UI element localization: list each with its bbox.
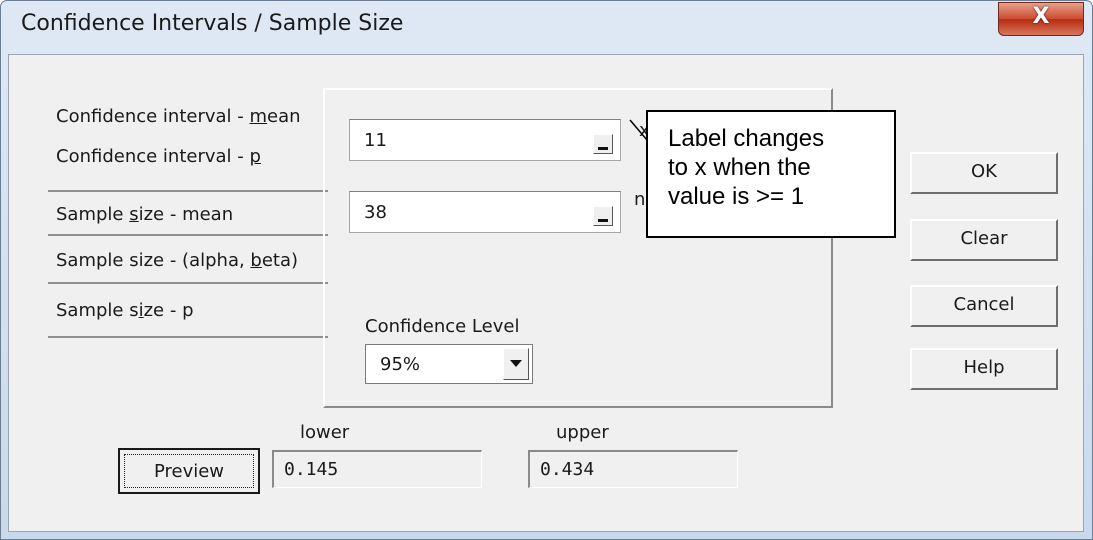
tab-mnemonic: m — [249, 106, 268, 127]
tab-label-pre: Sample s — [56, 300, 139, 321]
x-input[interactable]: 11 — [349, 119, 621, 161]
ok-button[interactable]: OK — [910, 152, 1058, 194]
tab-mnemonic: s — [129, 204, 139, 225]
tab-label-post: eta) — [261, 250, 299, 271]
tab-sample-size-p[interactable]: Sample size - p — [48, 290, 328, 338]
callout-line: Label changes — [668, 125, 825, 152]
tab-mnemonic: p — [249, 146, 261, 167]
lower-result-value: 0.145 — [284, 459, 339, 480]
tab-label-pre: Sample — [56, 204, 130, 225]
lower-result-field: 0.145 — [272, 450, 482, 488]
help-button[interactable]: Help — [910, 348, 1058, 390]
clear-button[interactable]: Clear — [910, 219, 1058, 261]
preview-button[interactable]: Preview — [118, 448, 260, 494]
upper-label: upper — [556, 422, 609, 443]
upper-result-field: 0.434 — [528, 450, 738, 488]
n-input[interactable]: 38 — [349, 191, 621, 233]
minimize-icon[interactable] — [593, 134, 613, 154]
window-title: Confidence Intervals / Sample Size — [21, 11, 404, 36]
tab-label-pre: Confidence interval - — [56, 106, 250, 127]
close-icon: X — [1032, 4, 1050, 29]
tab-label-pre: Confidence interval - — [56, 146, 250, 167]
confidence-level-select[interactable]: 95% — [365, 344, 533, 384]
tab-confidence-interval-p[interactable]: Confidence interval - p — [48, 140, 328, 192]
title-bar[interactable]: Confidence Intervals / Sample Size X — [1, 1, 1092, 55]
tab-label-post: ze - p — [143, 300, 194, 321]
callout-line: to x when the — [668, 154, 811, 181]
upper-result-value: 0.434 — [540, 459, 595, 480]
n-input-value: 38 — [364, 202, 387, 223]
minimize-icon[interactable] — [593, 206, 613, 226]
lower-label: lower — [300, 422, 350, 443]
x-input-value: 11 — [364, 130, 387, 151]
tab-confidence-interval-mean[interactable]: Confidence interval - mean — [48, 100, 328, 136]
callout-line: value is >= 1 — [668, 183, 805, 210]
confidence-level-value: 95% — [380, 354, 421, 375]
chevron-down-icon[interactable] — [503, 348, 529, 380]
close-button[interactable]: X — [998, 2, 1084, 36]
n-label: n — [634, 189, 646, 210]
tab-label-post: ean — [267, 106, 301, 127]
cancel-button[interactable]: Cancel — [910, 285, 1058, 327]
tab-label-post: ize - mean — [138, 204, 234, 225]
callout-annotation: Label changes to x when the value is >= … — [646, 110, 896, 238]
tab-sample-size-alpha-beta[interactable]: Sample size - (alpha, beta) — [48, 240, 328, 284]
preview-button-label: Preview — [124, 454, 254, 488]
tab-sample-size-mean[interactable]: Sample size - mean — [48, 194, 328, 236]
confidence-level-label: Confidence Level — [365, 316, 520, 337]
tab-mnemonic: b — [250, 250, 262, 271]
tab-label-pre: Sample size - (alpha, — [56, 250, 251, 271]
